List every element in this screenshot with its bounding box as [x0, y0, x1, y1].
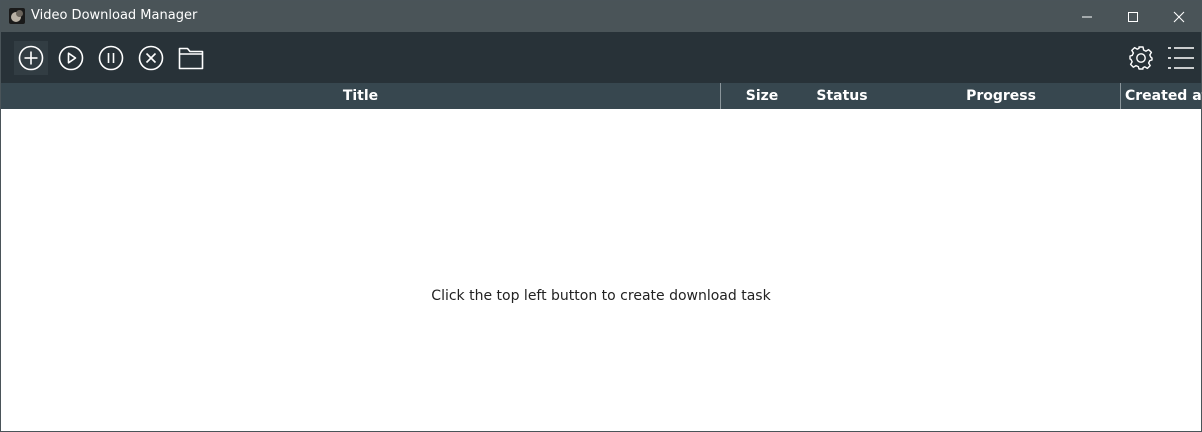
plus-circle-icon [18, 45, 44, 71]
close-button[interactable] [1156, 1, 1202, 32]
maximize-icon [1128, 11, 1138, 22]
maximize-button[interactable] [1110, 1, 1156, 32]
toolbar [1, 32, 1201, 83]
column-header-size[interactable]: Size [722, 83, 802, 109]
play-circle-icon [58, 45, 84, 71]
empty-state-message: Click the top left button to create down… [431, 288, 771, 304]
gear-icon [1129, 46, 1153, 70]
download-list[interactable]: Click the top left button to create down… [1, 109, 1201, 431]
column-header-status[interactable]: Status [802, 83, 882, 109]
open-folder-button[interactable] [174, 41, 208, 75]
list-menu-icon [1168, 47, 1194, 69]
pause-button[interactable] [94, 41, 128, 75]
title-bar[interactable]: Video Download Manager [1, 1, 1201, 32]
settings-button[interactable] [1124, 41, 1158, 75]
menu-button[interactable] [1164, 41, 1198, 75]
cancel-button[interactable] [134, 41, 168, 75]
column-header-created-at[interactable]: Created at [1122, 83, 1202, 109]
column-header-title[interactable]: Title [1, 83, 721, 109]
add-task-button[interactable] [14, 41, 48, 75]
table-header: Title Size Status Progress Created at [1, 83, 1202, 109]
minimize-icon [1082, 16, 1092, 17]
window-title: Video Download Manager [31, 8, 198, 23]
pause-circle-icon [98, 45, 124, 71]
start-button[interactable] [54, 41, 88, 75]
column-header-progress[interactable]: Progress [882, 83, 1121, 109]
x-circle-icon [138, 45, 164, 71]
app-logo-icon [9, 8, 25, 24]
close-icon [1173, 11, 1185, 22]
app-window: Video Download Manager Title Size Status… [0, 0, 1202, 432]
minimize-button[interactable] [1064, 1, 1110, 32]
folder-icon [178, 47, 204, 70]
